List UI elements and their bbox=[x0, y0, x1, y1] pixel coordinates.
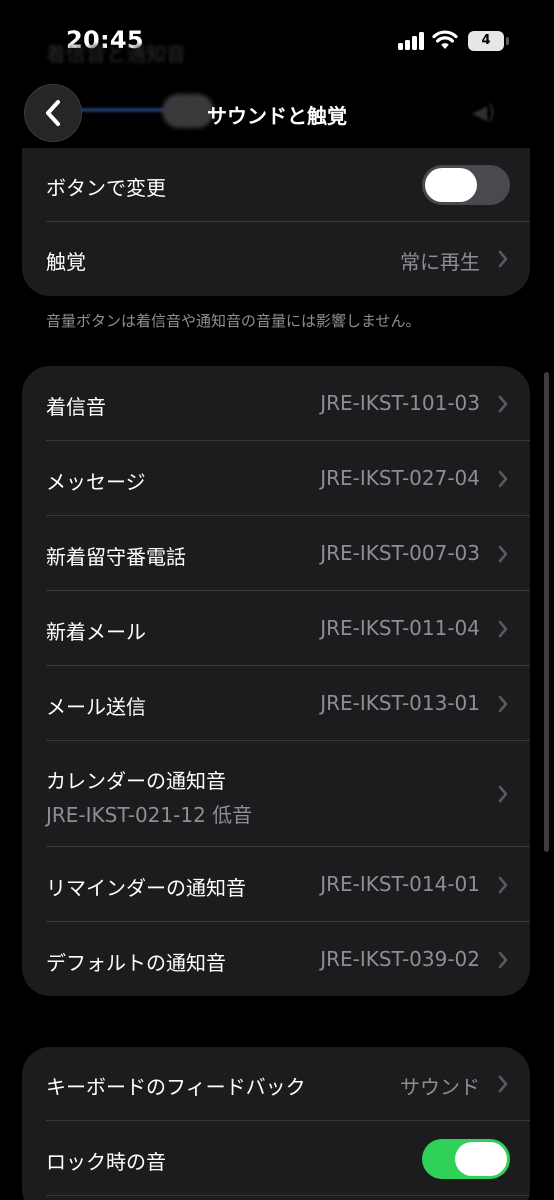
toggle-knob bbox=[425, 168, 477, 202]
sound-row-value: JRE-IKST-101-03 bbox=[320, 391, 480, 415]
sound-row-new-mail[interactable]: 新着メール JRE-IKST-011-04 bbox=[22, 591, 530, 666]
scrollbar[interactable] bbox=[544, 372, 549, 852]
settings-screen: 20:45 4 着信音と通知音 ◀) サウンドと触覚 ボタンで変更 触覚 常に再… bbox=[0, 0, 554, 1200]
lock-sound-row: ロック時の音 bbox=[22, 1121, 530, 1195]
toggle-knob bbox=[455, 1142, 507, 1176]
keyboard-feedback-label: キーボードのフィードバック bbox=[46, 1075, 306, 1099]
sound-row-label: 新着メール bbox=[46, 620, 146, 644]
sound-row-label: メール送信 bbox=[46, 695, 146, 719]
sound-row-label: デフォルトの通知音 bbox=[46, 951, 226, 975]
battery-cap bbox=[506, 37, 509, 45]
wifi-icon bbox=[432, 30, 458, 49]
cellular-signal-icon bbox=[398, 32, 426, 50]
haptics-label: 触覚 bbox=[46, 250, 86, 274]
keyboard-feedback-row[interactable]: キーボードのフィードバック サウンド bbox=[22, 1047, 530, 1121]
sounds-group: 着信音 JRE-IKST-101-03 メッセージ JRE-IKST-027-0… bbox=[22, 366, 530, 996]
chevron-right-icon bbox=[498, 620, 508, 638]
page-title: サウンドと触覚 bbox=[207, 104, 347, 128]
lock-sound-toggle[interactable] bbox=[422, 1139, 510, 1179]
chevron-right-icon bbox=[498, 951, 508, 969]
chevron-right-icon bbox=[498, 785, 508, 803]
sound-row-messages[interactable]: メッセージ JRE-IKST-027-04 bbox=[22, 441, 530, 516]
sound-row-value: JRE-IKST-027-04 bbox=[320, 466, 480, 490]
sound-row-default-alert[interactable]: デフォルトの通知音 JRE-IKST-039-02 bbox=[22, 922, 530, 996]
sound-row-label: メッセージ bbox=[46, 470, 146, 494]
ghost-section-title: 着信音と通知音 bbox=[46, 42, 186, 66]
sound-row-ringtone[interactable]: 着信音 JRE-IKST-101-03 bbox=[22, 366, 530, 441]
sound-row-value: JRE-IKST-039-02 bbox=[320, 947, 480, 971]
sound-row-label: リマインダーの通知音 bbox=[46, 876, 246, 900]
sound-row-label: 着信音 bbox=[46, 395, 106, 419]
chevron-right-icon bbox=[498, 1075, 508, 1093]
chevron-right-icon bbox=[498, 876, 508, 894]
sound-row-reminders[interactable]: リマインダーの通知音 JRE-IKST-014-01 bbox=[22, 847, 530, 922]
sound-row-calendar[interactable]: カレンダーの通知音 JRE-IKST-021-12 低音 bbox=[22, 741, 530, 847]
chevron-right-icon bbox=[498, 395, 508, 413]
chevron-right-icon bbox=[498, 250, 508, 268]
sound-row-label: カレンダーの通知音 bbox=[46, 769, 226, 793]
sound-row-value: JRE-IKST-014-01 bbox=[320, 872, 480, 896]
sound-row-value: JRE-IKST-007-03 bbox=[320, 541, 480, 565]
volume-footnote: 音量ボタンは着信音や通知音の音量には影響しません。 bbox=[46, 312, 421, 330]
sound-row-value: JRE-IKST-021-12 低音 bbox=[46, 803, 253, 827]
sound-row-value: JRE-IKST-011-04 bbox=[320, 616, 480, 640]
change-with-buttons-toggle[interactable] bbox=[422, 165, 510, 205]
feedback-group: キーボードのフィードバック サウンド ロック時の音 bbox=[22, 1047, 530, 1200]
battery-icon: 4 bbox=[468, 31, 504, 51]
keyboard-feedback-value: サウンド bbox=[400, 1075, 480, 1099]
change-with-buttons-label: ボタンで変更 bbox=[46, 176, 166, 200]
change-with-buttons-row: ボタンで変更 bbox=[22, 148, 530, 222]
sound-row-voicemail[interactable]: 新着留守番電話 JRE-IKST-007-03 bbox=[22, 516, 530, 591]
chevron-right-icon bbox=[498, 695, 508, 713]
chevron-right-icon bbox=[498, 545, 508, 563]
haptics-value: 常に再生 bbox=[400, 250, 480, 274]
sound-row-value: JRE-IKST-013-01 bbox=[320, 691, 480, 715]
haptics-row[interactable]: 触覚 常に再生 bbox=[22, 222, 530, 296]
lock-sound-label: ロック時の音 bbox=[46, 1150, 166, 1174]
divider bbox=[46, 1195, 530, 1196]
sound-row-sent-mail[interactable]: メール送信 JRE-IKST-013-01 bbox=[22, 666, 530, 741]
volume-group: ボタンで変更 触覚 常に再生 bbox=[22, 148, 530, 296]
battery-level: 4 bbox=[481, 33, 491, 48]
chevron-right-icon bbox=[498, 470, 508, 488]
sound-row-label: 新着留守番電話 bbox=[46, 545, 186, 569]
